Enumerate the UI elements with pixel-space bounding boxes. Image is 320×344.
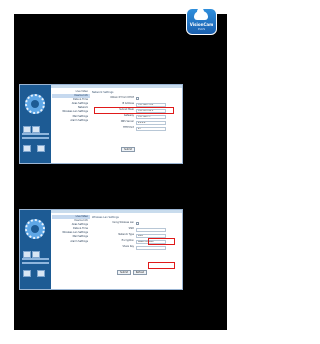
wireless-settings-screenshot: Live Video Device Info Alias Settings Da…	[19, 209, 183, 290]
submit-button[interactable]: Submit	[117, 270, 131, 275]
settings-row: HTTP Port 81	[92, 126, 178, 131]
sidebar	[20, 210, 51, 289]
dhcp-checkbox[interactable]	[136, 97, 139, 100]
network-type-select[interactable]: Infra	[136, 233, 166, 238]
settings-row: SSID	[92, 227, 178, 232]
menu-item[interactable]: Alarm Settings	[52, 240, 90, 244]
gateway-field[interactable]: 192.168.1.1	[136, 114, 166, 119]
logo-sub: PLUS	[197, 27, 206, 31]
gear-icon	[25, 219, 45, 239]
dns-field[interactable]: 8.8.8.8	[136, 120, 166, 125]
submit-button[interactable]: Submit	[121, 147, 135, 152]
ptz-button[interactable]	[23, 145, 31, 152]
control-buttons	[23, 244, 49, 290]
visioncam-app-icon: VisionCam PLUS	[186, 8, 217, 35]
settings-menu: Live Video Device Info Date & Time Alias…	[52, 90, 90, 123]
ptz-button[interactable]	[37, 270, 46, 277]
sidebar	[20, 85, 51, 163]
port-field[interactable]: 81	[136, 126, 166, 131]
row-label: IP Address	[122, 102, 134, 105]
gear-icon	[25, 94, 45, 114]
settings-row: Obtain IP from DHCP	[92, 96, 178, 101]
ptz-button[interactable]	[23, 289, 31, 290]
network-settings-screenshot: Live Video Device Info Date & Time Alias…	[19, 84, 183, 164]
panel-title: Network Settings	[92, 91, 114, 94]
slider[interactable]	[22, 262, 49, 264]
settings-row: Gateway 192.168.1.1	[92, 114, 178, 119]
panel-title: Wireless Lan Settings	[92, 216, 119, 219]
row-label: Share Key	[122, 245, 134, 248]
wlan-checkbox[interactable]	[136, 222, 139, 225]
row-label: DNS Server	[120, 120, 134, 123]
row-label: Gateway	[123, 114, 134, 117]
refresh-button[interactable]: Refresh	[133, 270, 147, 275]
top-bar	[51, 85, 182, 88]
ip-field[interactable]: 192.168.1.100	[136, 102, 166, 107]
row-label: Obtain IP from DHCP	[110, 96, 134, 99]
row-label: SSID	[128, 227, 134, 230]
menu-item[interactable]: Alarm Settings	[52, 119, 90, 123]
ptz-button[interactable]	[23, 270, 31, 277]
slider[interactable]	[22, 133, 49, 135]
settings-menu: Live Video Device Info Alias Settings Da…	[52, 215, 90, 244]
slider[interactable]	[22, 258, 49, 260]
settings-row: Share Key	[92, 245, 178, 250]
top-bar	[51, 210, 182, 213]
ptz-button[interactable]	[32, 126, 40, 133]
settings-row: Using Wireless Lan	[92, 221, 178, 226]
slider[interactable]	[22, 137, 49, 139]
share-key-field[interactable]	[136, 245, 166, 250]
row-label: Using Wireless Lan	[112, 221, 134, 224]
cloud-icon	[194, 8, 208, 20]
ptz-button[interactable]	[32, 289, 40, 290]
ssid-field[interactable]	[136, 227, 166, 232]
ptz-button[interactable]	[23, 251, 31, 258]
row-label: Network Type	[118, 233, 134, 236]
row-label: HTTP Port	[122, 126, 134, 129]
highlight-box	[148, 262, 175, 269]
control-buttons	[23, 119, 49, 163]
row-label: Encryption	[121, 239, 134, 242]
ptz-button[interactable]	[23, 126, 31, 133]
highlight-box	[94, 107, 174, 114]
settings-row: DNS Server 8.8.8.8	[92, 120, 178, 125]
ptz-button[interactable]	[32, 251, 40, 258]
highlight-box	[148, 238, 175, 245]
ptz-button[interactable]	[37, 145, 46, 152]
